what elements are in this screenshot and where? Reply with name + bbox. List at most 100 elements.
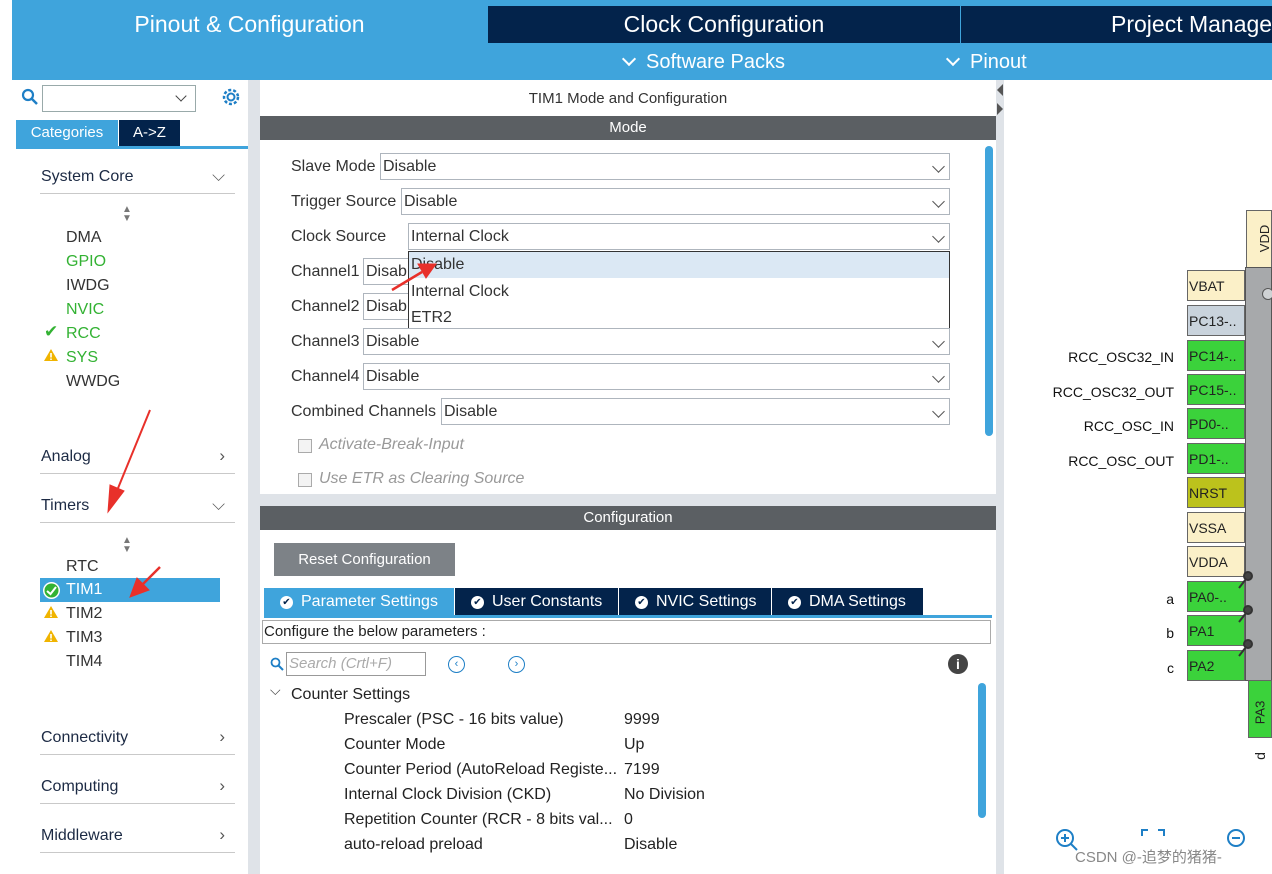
- use-etr-label: Use ETR as Clearing Source: [319, 470, 525, 487]
- param-value[interactable]: Disable: [624, 832, 677, 857]
- list-item-rcc[interactable]: RCC: [66, 322, 101, 346]
- trigger-source-label: Trigger Source: [291, 193, 397, 210]
- list-item-wwdg[interactable]: WWDG: [66, 370, 120, 394]
- watermark: CSDN @-追梦的猪猪-: [1075, 849, 1222, 866]
- list-item-gpio[interactable]: GPIO: [66, 250, 106, 274]
- software-packs-menu[interactable]: Software Packs: [621, 44, 785, 80]
- zoom-out-icon[interactable]: [1226, 828, 1250, 852]
- check-circle-icon: ✔: [788, 596, 801, 609]
- list-item-dma[interactable]: DMA: [66, 226, 102, 250]
- list-item-tim4[interactable]: TIM4: [66, 650, 102, 674]
- trigger-source-select[interactable]: Disable: [401, 188, 950, 215]
- pin-pd1[interactable]: PD1-..: [1187, 443, 1245, 474]
- splitter[interactable]: [260, 494, 996, 506]
- tab-clock-configuration[interactable]: Clock Configuration: [488, 6, 960, 43]
- channel3-select[interactable]: Disable: [363, 328, 950, 355]
- option-disable[interactable]: Disable: [409, 252, 949, 278]
- category-analog[interactable]: Analog ›: [40, 440, 235, 474]
- activate-break-label: Activate-Break-Input: [319, 436, 464, 453]
- reset-configuration-button[interactable]: Reset Configuration: [274, 543, 455, 576]
- sort-icon[interactable]: ▲ ▼: [122, 205, 132, 224]
- pin-pd0[interactable]: PD0-..: [1187, 408, 1245, 439]
- list-item-rtc[interactable]: RTC: [66, 555, 99, 579]
- tab-project-manager[interactable]: Project Manage: [961, 6, 1272, 43]
- select-value: Internal Clock: [411, 228, 509, 245]
- tab-categories[interactable]: Categories: [16, 120, 118, 146]
- config-scrollbar[interactable]: [978, 683, 986, 818]
- param-value[interactable]: 7199: [624, 757, 660, 782]
- option-internal-clock[interactable]: Internal Clock: [409, 279, 949, 305]
- param-value[interactable]: 9999: [624, 707, 660, 732]
- expand-right-icon[interactable]: [997, 103, 1003, 115]
- clock-source-dropdown-list: Disable Internal Clock ETR2: [408, 251, 950, 331]
- list-item-tim2[interactable]: TIM2: [66, 602, 102, 626]
- channel4-select[interactable]: Disable: [363, 363, 950, 390]
- tab-user-constants[interactable]: ✔ User Constants: [455, 588, 618, 616]
- next-icon[interactable]: ›: [508, 656, 525, 673]
- chevron-right-icon: ›: [219, 446, 225, 465]
- info-icon[interactable]: i: [948, 654, 968, 674]
- category-label: Connectivity: [41, 729, 129, 746]
- slave-mode-select[interactable]: Disable: [380, 153, 950, 180]
- warning-icon: [44, 606, 58, 618]
- pin-marker-icons: [1238, 571, 1253, 657]
- category-system-core[interactable]: System Core ⌵: [40, 160, 235, 194]
- param-name: Counter Period (AutoReload Registe...: [344, 761, 618, 778]
- list-item-iwdg[interactable]: IWDG: [66, 274, 110, 298]
- tab-pinout-configuration[interactable]: Pinout & Configuration: [12, 6, 487, 43]
- param-value[interactable]: No Division: [624, 782, 705, 807]
- pin-vbat[interactable]: VBAT: [1187, 270, 1245, 301]
- tab-nvic-settings[interactable]: ✔ NVIC Settings: [619, 588, 771, 616]
- pin-signal-label: RCC_OSC32_IN: [1068, 349, 1174, 365]
- chevron-down-icon: [932, 405, 945, 418]
- combined-channels-label: Combined Channels: [291, 403, 436, 420]
- category-timers[interactable]: Timers ⌵: [40, 489, 235, 523]
- check-circle-icon: ✔: [471, 596, 484, 609]
- pin-pc15[interactable]: PC15-..: [1187, 374, 1245, 405]
- chevron-down-icon[interactable]: [175, 90, 187, 102]
- tab-label: DMA Settings: [809, 593, 906, 610]
- tab-dma-settings[interactable]: ✔ DMA Settings: [772, 588, 923, 616]
- pin-signal-label: RCC_OSC_OUT: [1068, 453, 1174, 469]
- previous-icon[interactable]: ‹: [448, 656, 465, 673]
- category-computing[interactable]: Computing ›: [40, 770, 235, 804]
- list-item-sys[interactable]: SYS: [66, 346, 98, 370]
- chevron-right-icon: ›: [219, 727, 225, 746]
- right-splitter[interactable]: [996, 80, 1004, 874]
- search-icon[interactable]: [21, 88, 39, 106]
- param-value[interactable]: Up: [624, 732, 644, 757]
- pin-pa3[interactable]: PA3: [1248, 680, 1272, 738]
- search-combo[interactable]: [42, 85, 196, 112]
- pin-pc14[interactable]: PC14-..: [1187, 340, 1245, 371]
- list-item-tim1[interactable]: TIM1: [66, 578, 102, 602]
- activate-break-checkbox[interactable]: [298, 439, 312, 453]
- mode-scrollbar[interactable]: [985, 146, 993, 436]
- use-etr-checkbox[interactable]: [298, 473, 312, 487]
- chevron-down-icon[interactable]: ⌵: [270, 682, 281, 699]
- list-item-nvic[interactable]: NVIC: [66, 298, 104, 322]
- collapse-left-icon[interactable]: [997, 84, 1003, 96]
- pinout-menu[interactable]: Pinout: [945, 44, 1027, 80]
- combined-channels-select[interactable]: Disable: [441, 398, 950, 425]
- list-item-tim3[interactable]: TIM3: [66, 626, 102, 650]
- category-label: Timers: [41, 497, 90, 514]
- parameter-search-input[interactable]: Search (Crtl+F): [286, 652, 426, 676]
- tab-parameter-settings[interactable]: ✔ Parameter Settings: [264, 588, 454, 616]
- gear-icon[interactable]: [220, 86, 242, 108]
- clock-source-select[interactable]: Internal Clock: [408, 223, 950, 250]
- panel-title: TIM1 Mode and Configuration: [528, 90, 728, 107]
- param-value[interactable]: 0: [624, 807, 633, 832]
- pin-vdd[interactable]: VDD: [1246, 210, 1272, 268]
- pin-pc13[interactable]: PC13-..: [1187, 305, 1245, 336]
- panel-separator[interactable]: [248, 80, 260, 874]
- sort-icon[interactable]: ▲ ▼: [122, 536, 132, 555]
- pin-vssa[interactable]: VSSA: [1187, 512, 1245, 543]
- category-connectivity[interactable]: Connectivity ›: [40, 721, 235, 755]
- counter-settings-group[interactable]: Counter Settings: [291, 682, 410, 707]
- param-name: auto-reload preload: [344, 836, 483, 853]
- tab-a-z[interactable]: A->Z: [119, 120, 180, 146]
- pin-nrst[interactable]: NRST: [1187, 477, 1245, 508]
- select-value: Disab: [366, 298, 407, 315]
- configuration-header: Configuration: [260, 506, 996, 530]
- category-middleware[interactable]: Middleware ›: [40, 819, 235, 853]
